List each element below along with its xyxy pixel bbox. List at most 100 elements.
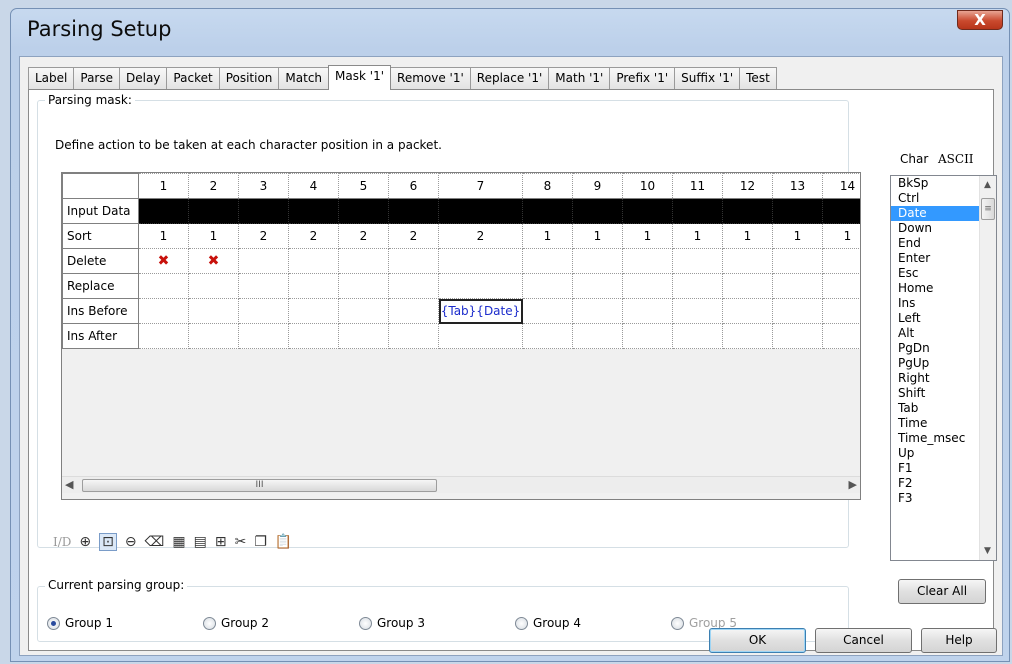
delete-cell[interactable]	[338, 248, 389, 274]
ins-after-cell[interactable]	[188, 323, 239, 349]
input-data-cell[interactable]	[238, 198, 289, 224]
replace-cell[interactable]	[772, 273, 823, 299]
ins-before-cell[interactable]	[772, 298, 823, 324]
help-button[interactable]: Help	[921, 628, 997, 653]
ins-before-cell[interactable]	[338, 298, 389, 324]
sort-cell[interactable]: 1	[622, 223, 673, 249]
replace-cell[interactable]	[188, 273, 239, 299]
input-data-cell[interactable]	[822, 198, 860, 224]
ascii-header[interactable]: ASCII	[938, 152, 974, 166]
char-list-scrollbar[interactable]: ▲ ≡ ▼	[979, 176, 996, 560]
tab-parse[interactable]: Parse	[73, 67, 120, 89]
delete-cell[interactable]	[522, 248, 573, 274]
replace-cell[interactable]	[138, 273, 189, 299]
ins-before-cell[interactable]	[238, 298, 289, 324]
tab-position[interactable]: Position	[218, 67, 280, 89]
sort-cell[interactable]: 2	[438, 223, 523, 249]
clear-all-button[interactable]: Clear All	[898, 579, 986, 604]
zoom-in-icon[interactable]: ⊕	[79, 534, 91, 550]
sort-cell[interactable]: 2	[388, 223, 439, 249]
delete-cell[interactable]	[288, 248, 339, 274]
sort-cell[interactable]: 1	[138, 223, 189, 249]
replace-cell[interactable]	[338, 273, 389, 299]
ins-before-cell[interactable]	[572, 298, 623, 324]
input-data-cell[interactable]	[722, 198, 773, 224]
group-radio-2[interactable]: Group 2	[203, 616, 359, 630]
replace-cell[interactable]	[622, 273, 673, 299]
ins-after-cell[interactable]	[672, 323, 723, 349]
input-data-cell[interactable]	[672, 198, 723, 224]
replace-cell[interactable]	[438, 273, 523, 299]
ins-before-cell[interactable]	[822, 298, 860, 324]
replace-cell[interactable]	[822, 273, 860, 299]
tab-mask-1[interactable]: Mask '1'	[328, 65, 392, 90]
paste-icon[interactable]: 📋	[275, 534, 292, 550]
input-data-cell[interactable]	[288, 198, 339, 224]
group-radio-4[interactable]: Group 4	[515, 616, 671, 630]
ok-button[interactable]: OK	[709, 628, 806, 653]
input-data-cell[interactable]	[138, 198, 189, 224]
tab-remove-1[interactable]: Remove '1'	[390, 67, 471, 89]
sort-cell[interactable]: 1	[772, 223, 823, 249]
replace-cell[interactable]	[388, 273, 439, 299]
scroll-down-icon[interactable]: ▼	[984, 546, 991, 556]
tab-packet[interactable]: Packet	[166, 67, 220, 89]
sort-cell[interactable]: 1	[188, 223, 239, 249]
ins-before-cell[interactable]	[288, 298, 339, 324]
delete-cell[interactable]	[388, 248, 439, 274]
tab-test[interactable]: Test	[739, 67, 777, 89]
tab-suffix-1[interactable]: Suffix '1'	[674, 67, 741, 89]
tab-prefix-1[interactable]: Prefix '1'	[609, 67, 676, 89]
delete-cell[interactable]: ✖	[188, 248, 239, 274]
input-data-cell[interactable]	[188, 198, 239, 224]
scroll-thumb[interactable]: III	[82, 479, 437, 492]
scroll-right-icon[interactable]: ▶	[849, 478, 857, 491]
replace-cell[interactable]	[722, 273, 773, 299]
close-button[interactable]: X	[957, 10, 1003, 30]
input-data-cell[interactable]	[572, 198, 623, 224]
ins-before-cell[interactable]	[522, 298, 573, 324]
replace-cell[interactable]	[522, 273, 573, 299]
group-radio-3[interactable]: Group 3	[359, 616, 515, 630]
io-toggle-button[interactable]: I/D	[53, 535, 71, 549]
replace-cell[interactable]	[288, 273, 339, 299]
eraser-icon[interactable]: ⌫	[145, 534, 165, 550]
replace-cell[interactable]	[672, 273, 723, 299]
ins-before-cell[interactable]	[188, 298, 239, 324]
ins-before-cell[interactable]	[138, 298, 189, 324]
ins-after-cell[interactable]	[288, 323, 339, 349]
copy-icon[interactable]: ❐	[254, 534, 267, 550]
delete-cell[interactable]	[722, 248, 773, 274]
list-view-icon[interactable]: ▤	[194, 534, 207, 550]
cut-icon[interactable]: ✂	[235, 534, 247, 550]
sort-cell[interactable]: 1	[722, 223, 773, 249]
ins-after-cell[interactable]	[238, 323, 289, 349]
input-data-cell[interactable]	[438, 198, 523, 224]
delete-cell[interactable]	[438, 248, 523, 274]
delete-cell[interactable]	[672, 248, 723, 274]
sort-cell[interactable]: 1	[522, 223, 573, 249]
ins-after-cell[interactable]	[822, 323, 860, 349]
delete-cell[interactable]	[772, 248, 823, 274]
sort-cell[interactable]: 2	[238, 223, 289, 249]
delete-cell[interactable]	[622, 248, 673, 274]
ins-before-cell[interactable]	[622, 298, 673, 324]
ins-before-cell[interactable]	[388, 298, 439, 324]
delete-cell[interactable]	[238, 248, 289, 274]
tab-replace-1[interactable]: Replace '1'	[469, 67, 550, 89]
scroll-up-icon[interactable]: ▲	[984, 180, 991, 190]
zoom-out-icon[interactable]: ⊖	[125, 534, 137, 550]
sort-cell[interactable]: 2	[288, 223, 339, 249]
ins-after-cell[interactable]	[572, 323, 623, 349]
ins-after-cell[interactable]	[772, 323, 823, 349]
cancel-button[interactable]: Cancel	[815, 628, 912, 653]
input-data-cell[interactable]	[622, 198, 673, 224]
sort-cell[interactable]: 1	[672, 223, 723, 249]
sort-cell[interactable]: 2	[338, 223, 389, 249]
input-data-cell[interactable]	[338, 198, 389, 224]
char-scroll-thumb[interactable]: ≡	[981, 198, 995, 220]
mask-grid[interactable]: 1 2 3 4 5 6 7 8 9 10 11 12 13 14 Input Data Sort 1 1 2 2 2 2 2…	[61, 172, 861, 500]
input-data-cell[interactable]	[522, 198, 573, 224]
replace-cell[interactable]	[238, 273, 289, 299]
ins-after-cell[interactable]	[388, 323, 439, 349]
